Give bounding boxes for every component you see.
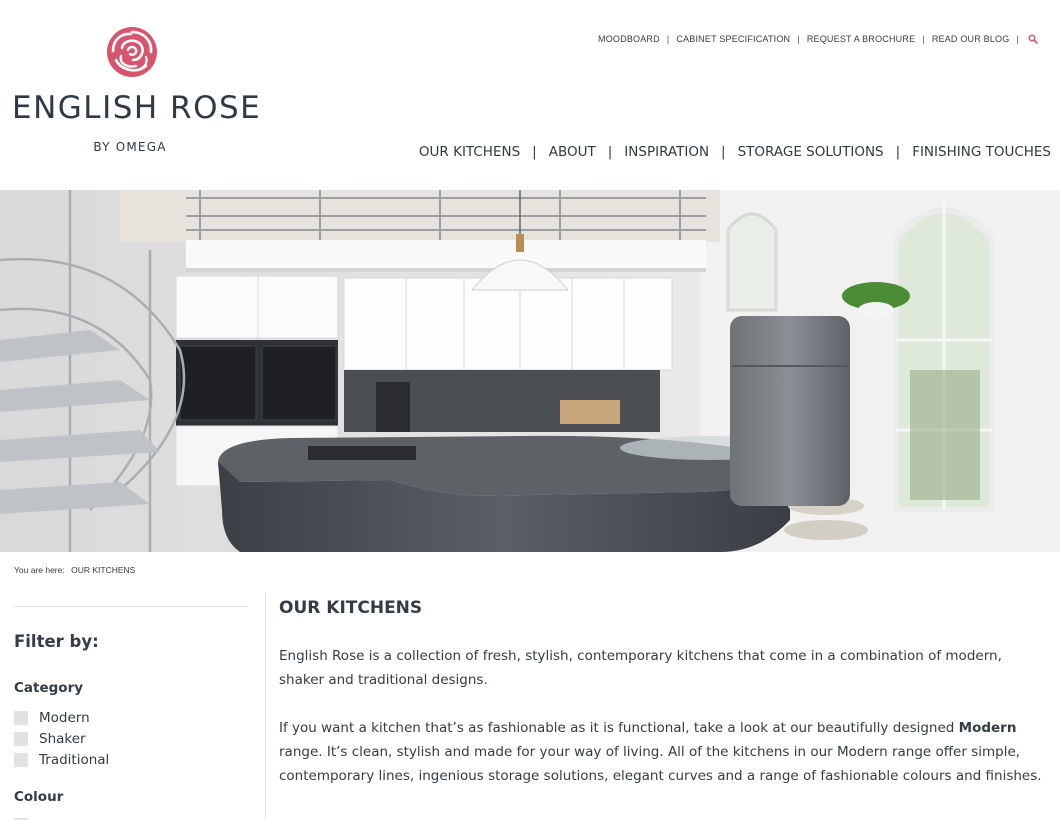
- filter-title: Filter by:: [14, 632, 99, 651]
- util-link-moodboard[interactable]: MOODBOARD: [598, 34, 660, 44]
- nav-separator: |: [607, 144, 613, 160]
- content-divider: [265, 592, 266, 820]
- nav-item-about[interactable]: ABOUT: [549, 144, 596, 160]
- nav-item-finishing-touches[interactable]: FINISHING TOUCHES: [912, 144, 1051, 160]
- kitchen-illustration: [0, 190, 1060, 552]
- nav-separator: |: [721, 144, 726, 160]
- nav-separator: |: [532, 144, 537, 160]
- breadcrumb: You are here: OUR KITCHENS: [14, 565, 135, 575]
- filter-sidebar: Filter by: Category Modern Shaker Tradit…: [14, 596, 248, 820]
- hero-image: [0, 190, 1060, 552]
- brand-name: ENGLISH ROSE: [12, 90, 262, 126]
- util-link-cabinet-specification[interactable]: CABINET SPECIFICATION: [676, 34, 790, 44]
- nav-separator: |: [922, 34, 925, 44]
- paragraph-text: range. It’s clean, stylish and made for …: [279, 744, 1042, 784]
- checkbox[interactable]: [14, 732, 28, 746]
- page-title: OUR KITCHENS: [279, 598, 423, 618]
- rose-icon: [107, 27, 157, 77]
- checkbox[interactable]: [14, 711, 28, 725]
- util-link-request-brochure[interactable]: REQUEST A BROCHURE: [807, 34, 915, 44]
- breadcrumb-prefix: You are here:: [14, 565, 65, 575]
- nav-separator: |: [666, 34, 670, 44]
- nav-item-storage-solutions[interactable]: STORAGE SOLUTIONS: [738, 144, 884, 160]
- util-link-blog[interactable]: READ OUR BLOG: [932, 34, 1010, 44]
- main-content: OUR KITCHENS English Rose is a collectio…: [279, 596, 1044, 788]
- nav-separator: |: [797, 34, 800, 44]
- filter-group-category: Category: [14, 680, 84, 696]
- breadcrumb-current[interactable]: OUR KITCHENS: [71, 565, 135, 575]
- paragraph-text: If you want a kitchen that’s as fashiona…: [279, 720, 959, 736]
- search-icon[interactable]: [1028, 34, 1038, 44]
- nav-separator: |: [895, 144, 901, 160]
- brand-subtitle: BY OMEGA: [93, 140, 167, 154]
- nav-item-inspiration[interactable]: INSPIRATION: [624, 144, 709, 160]
- site-header: ENGLISH ROSE BY OMEGA MOODBOARD | CABINE…: [0, 0, 1060, 190]
- filter-option-modern[interactable]: Modern: [14, 710, 90, 726]
- sidebar-divider: [14, 606, 248, 607]
- checkbox[interactable]: [14, 753, 28, 767]
- main-nav: OUR KITCHENS | ABOUT | INSPIRATION | STO…: [419, 143, 1051, 161]
- nav-item-our-kitchens[interactable]: OUR KITCHENS: [419, 144, 520, 160]
- utility-nav: MOODBOARD | CABINET SPECIFICATION | REQU…: [598, 32, 1038, 46]
- filter-option-label: Traditional: [39, 752, 110, 768]
- filter-option-shaker[interactable]: Shaker: [14, 731, 86, 747]
- intro-paragraph: English Rose is a collection of fresh, s…: [279, 648, 1002, 688]
- filter-group-colour: Colour: [14, 789, 64, 805]
- nav-separator: |: [1016, 34, 1019, 44]
- brand-logo[interactable]: ENGLISH ROSE BY OMEGA: [12, 26, 262, 158]
- filter-option-traditional[interactable]: Traditional: [14, 752, 109, 768]
- modern-range-link[interactable]: Modern: [959, 720, 1017, 736]
- filter-option-label: Modern: [39, 710, 90, 726]
- modern-paragraph: If you want a kitchen that’s as fashiona…: [279, 716, 1044, 788]
- filter-option-label: Shaker: [39, 731, 86, 747]
